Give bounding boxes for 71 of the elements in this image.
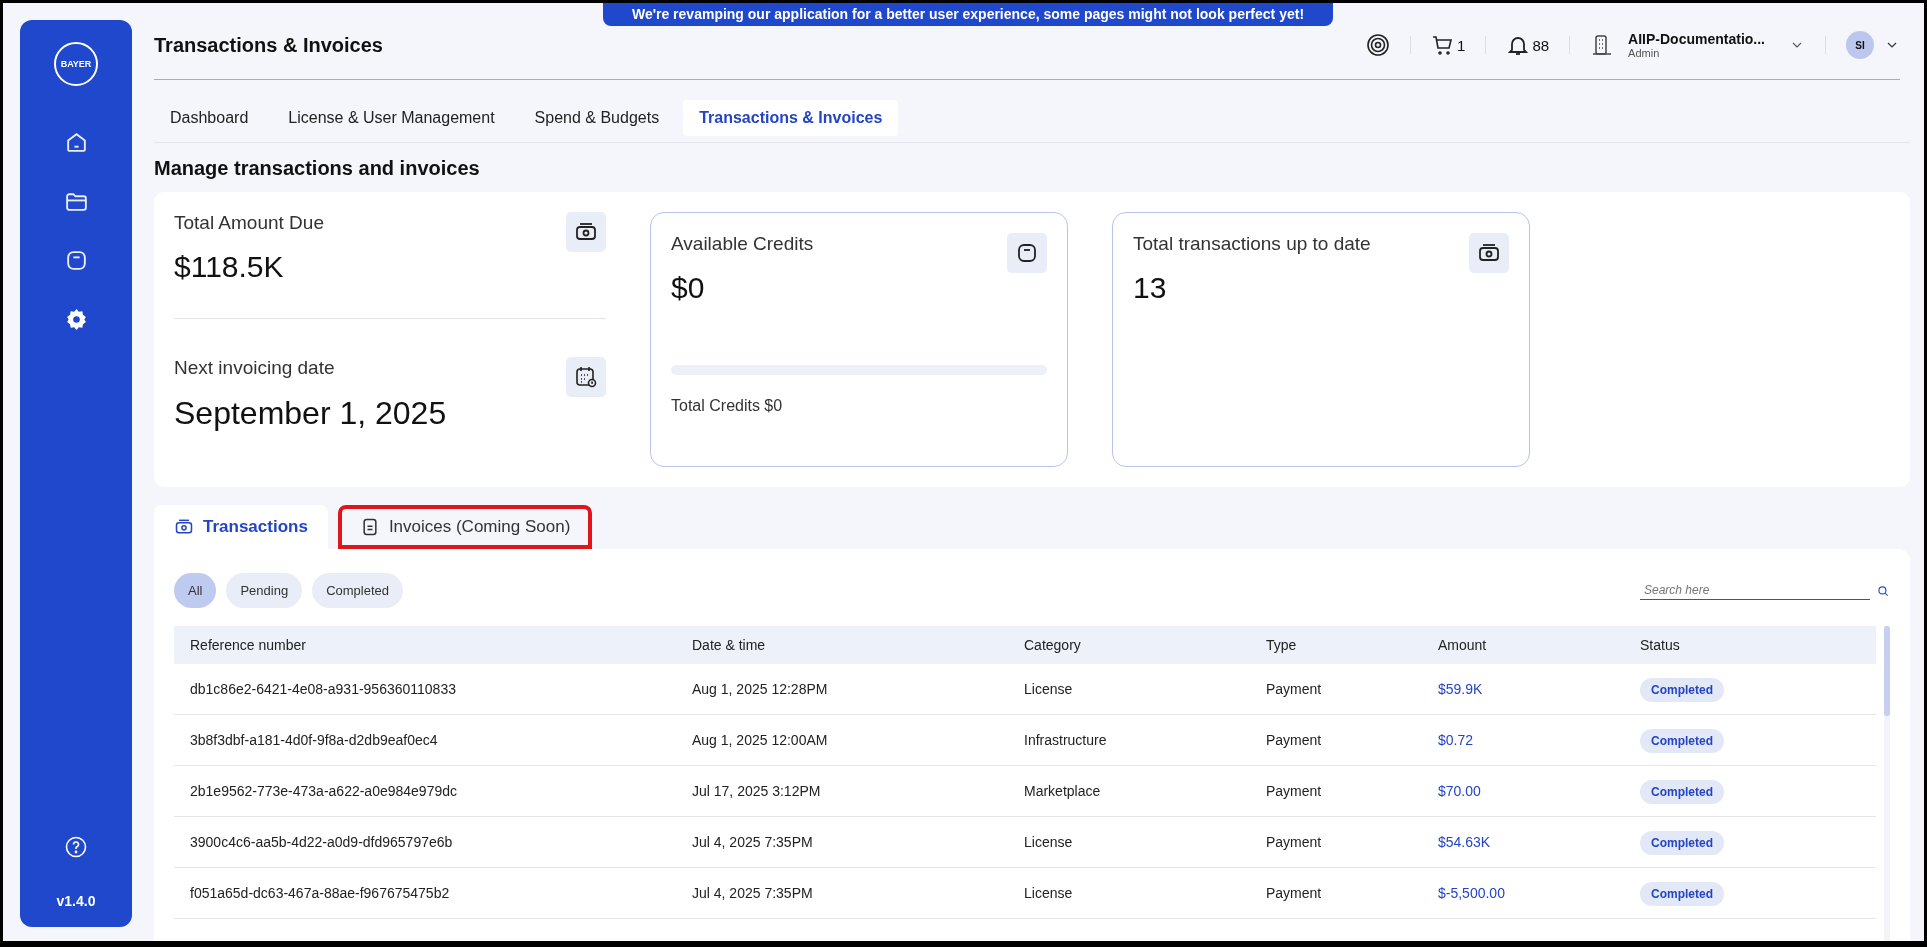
stat-value: $0 [671,271,706,305]
notification-count: 88 [1532,36,1550,54]
filter-chip[interactable]: Completed [312,573,404,608]
section-tab[interactable]: Invoices (Coming Soon) [337,505,593,549]
table-cell: Payment [1250,714,1422,766]
table-cell: 3900c4c6-aa5b-4d22-a0d9-dfd965797e6b [174,816,676,868]
status-badge: Completed [1640,882,1724,906]
organization-name: AIIP-Documentatio... [1628,31,1765,47]
calendar-icon [574,365,598,389]
logo: BAYER [54,42,98,86]
nav-tab[interactable]: Dashboard [154,100,265,136]
table-cell: Aug 1, 2025 12:00AM [676,714,1008,766]
stat-value: 13 [1133,271,1168,305]
column-header: Category [1008,626,1250,664]
table-cell: $54.63K [1422,816,1624,868]
status-badge: Completed [1640,831,1724,855]
stat-value: September 1, 2025 [174,395,447,432]
table-cell: License [1008,664,1250,715]
search-icon[interactable] [1876,583,1890,598]
table-cell: Payment [1250,867,1422,919]
table-cell: License [1008,816,1250,868]
status-badge: Completed [1640,729,1724,753]
table-cell: $70.00 [1422,765,1624,817]
stat-label: Total transactions up to date [1133,233,1371,255]
credits-total: Total Credits $0 [671,397,784,415]
page-title: Transactions & Invoices [154,33,384,57]
stat-label: Available Credits [671,233,814,255]
help-icon[interactable] [64,835,88,859]
section-tab[interactable]: Transactions [154,505,328,549]
status-badge: Completed [1640,780,1724,804]
column-header: Amount [1422,626,1624,664]
column-header: Type [1250,626,1422,664]
user-avatar[interactable]: SI [1846,31,1874,59]
table-cell: Jul 4, 2025 7:35PM [676,867,1008,919]
stat-label: Total Amount Due [174,212,324,234]
nav-tab[interactable]: Transactions & Invoices [683,100,899,136]
scrollbar[interactable] [1884,626,1890,941]
bag-icon[interactable] [1015,241,1039,265]
table-cell: Marketplace [1008,765,1250,817]
column-header: Date & time [676,626,1008,664]
table-cell: db1c86e2-6421-4e08-a931-956360110833 [174,664,676,715]
table-cell: 3b8f3dbf-a181-4d0f-9f8a-d2db9eaf0ec4 [174,714,676,766]
filter-chip[interactable]: All [174,573,217,608]
table-cell: $0.72 [1422,714,1624,766]
table-cell: Jul 4, 2025 7:35PM [676,816,1008,868]
announcement-banner: We're revamping our application for a better user experience, some pages might not look perfect yet! [603,3,1333,26]
version-label: v1.4.0 [56,893,96,909]
table-cell: f051a65d-dc63-467a-88ae-f967675475b2 [174,867,676,919]
table-cell: Aug 1, 2025 12:28PM [676,664,1008,715]
filter-chip[interactable]: Pending [226,573,303,608]
table-cell: Jul 17, 2025 3:12PM [676,765,1008,817]
role-label: Admin [1628,47,1661,59]
table-cell: 2b1e9562-773e-473a-a622-a0e984e979dc [174,765,676,817]
money-icon [174,517,194,537]
table-cell: License [1008,867,1250,919]
stat-label: Next invoicing date [174,357,336,379]
status-badge: Completed [1640,678,1724,702]
column-header: Reference number [174,626,676,664]
nav-tab[interactable]: Spend & Budgets [518,100,676,136]
table-cell: Payment [1250,664,1422,715]
table-cell: Payment [1250,816,1422,868]
table-cell: Payment [1250,765,1422,817]
stat-value: $118.5K [174,250,285,284]
section-heading: Manage transactions and invoices [154,157,481,180]
table-cell: Infrastructure [1008,714,1250,766]
column-header: Status [1624,626,1876,664]
table-cell: $59.9K [1422,664,1624,715]
search-field[interactable]: Search here [1640,581,1870,600]
nav-tab[interactable]: License & User Management [272,100,511,136]
cart-count: 1 [1457,36,1466,54]
table-cell: $-5,500.00 [1422,867,1624,919]
